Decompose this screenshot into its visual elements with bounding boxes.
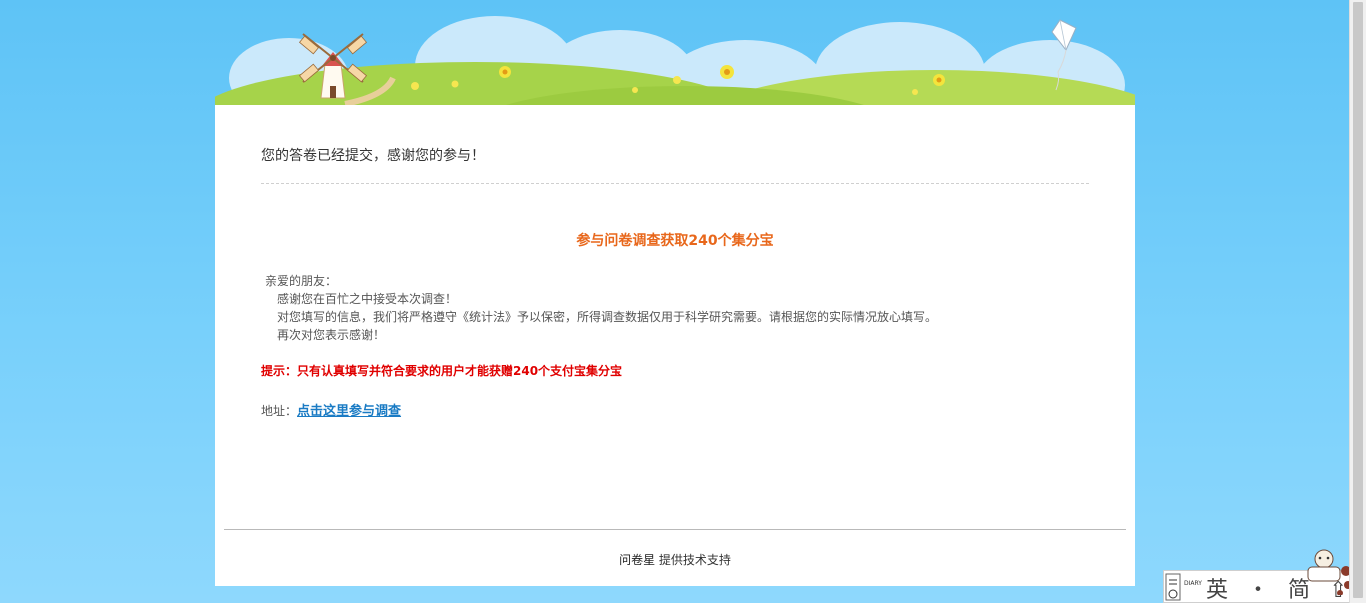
flower-icon: [632, 87, 638, 93]
body-line: 再次对您表示感谢！: [277, 328, 386, 342]
submission-confirmation: 您的答卷已经提交，感谢您的参与！: [261, 148, 485, 164]
greeting-line: 亲爱的朋友：: [265, 274, 338, 288]
address-line: 地址：点击这里参与调查: [261, 400, 401, 419]
flower-icon: [499, 66, 511, 78]
footer: 问卷星 提供技术支持: [215, 551, 1135, 568]
flower-icon: [673, 76, 681, 84]
scrollbar-thumb[interactable]: [1353, 2, 1363, 598]
promo-title-text: 参与问卷调查获取240个集分宝: [576, 233, 774, 249]
path: [344, 76, 396, 106]
promo-body: 亲爱的朋友： 感谢您在百忙之中接受本次调查！ 对您填写的信息，我们将严格遵守《统…: [265, 272, 937, 344]
mascot-icon: [1165, 573, 1181, 601]
vertical-scrollbar[interactable]: [1349, 0, 1366, 603]
kite-icon: [1051, 19, 1077, 91]
promo-title: 参与问卷调查获取240个集分宝: [215, 230, 1135, 250]
scene-decorations: [298, 19, 1077, 106]
footer-brand-link[interactable]: 问卷星: [619, 553, 655, 567]
header-scene: [215, 0, 1135, 106]
result-card: 您的答卷已经提交，感谢您的参与！ 参与问卷调查获取240个集分宝 亲爱的朋友： …: [215, 105, 1135, 586]
address-label: 地址：: [261, 404, 298, 418]
diary-label: DIARY: [1184, 580, 1202, 587]
footer-text: 提供技术支持: [658, 553, 731, 567]
divider: [261, 183, 1089, 184]
mascot-icon: [1307, 549, 1352, 595]
flower-icon: [912, 89, 918, 95]
windmill-icon: [298, 33, 368, 99]
flower-icon: [451, 80, 459, 88]
footer-divider: [224, 529, 1126, 530]
flower-icon: [411, 82, 419, 90]
flower-icon: [933, 74, 945, 86]
flower-icon: [720, 65, 734, 79]
survey-link[interactable]: 点击这里参与调查: [297, 404, 401, 419]
tip-message: 提示：只有认真填写并符合要求的用户才能获赠240个支付宝集分宝: [261, 364, 623, 378]
body-line: 对您填写的信息，我们将严格遵守《统计法》予以保密，所得调查数据仅用于科学研究需要…: [277, 310, 938, 324]
body-line: 感谢您在百忙之中接受本次调查！: [277, 292, 458, 306]
